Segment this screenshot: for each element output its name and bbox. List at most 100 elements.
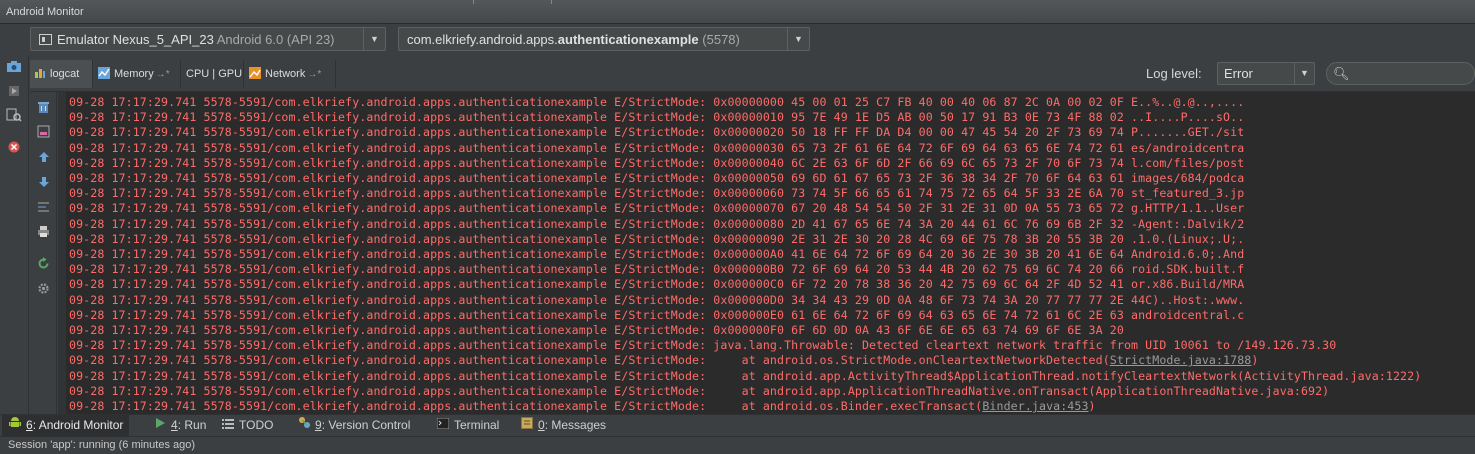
log-line-message: 0x00000010 95 7E 49 1E D5 AB 00 50 17 91… (713, 110, 1245, 125)
settings-gear-icon[interactable] (35, 282, 52, 299)
arrow-up-icon[interactable] (35, 150, 52, 167)
source-link[interactable]: Binder.java:453 (982, 399, 1088, 413)
tab-memory[interactable]: Memory →* (94, 60, 181, 88)
tab-logcat[interactable]: logcat (30, 60, 93, 88)
process-pid: (5578) (702, 32, 740, 47)
log-line-tail: ) (1251, 353, 1259, 368)
restart-icon[interactable] (35, 257, 52, 274)
log-line-prefix: 09-28 17:17:29.741 5578-5591/com.elkrief… (69, 338, 714, 353)
chevron-down-icon[interactable]: ▼ (1294, 63, 1314, 84)
log-level-label: Log level: (1146, 66, 1202, 81)
log-line-prefix: 09-28 17:17:29.741 5578-5591/com.elkrief… (69, 277, 714, 292)
tab-messages[interactable]: 0: Messages (514, 415, 612, 436)
logcat-output[interactable]: 09-28 17:17:29.741 5578-5591/com.elkrief… (58, 92, 1475, 414)
log-line-prefix: 09-28 17:17:29.741 5578-5591/com.elkrief… (69, 125, 714, 140)
android-icon (8, 415, 22, 436)
log-line: 09-28 17:17:29.741 5578-5591/com.elkrief… (69, 186, 1244, 201)
log-level-dropdown[interactable]: Error ▼ (1217, 62, 1315, 85)
scroll-to-end-icon[interactable] (35, 125, 52, 142)
device-selector-bar: Emulator Nexus_5_API_23 Android 6.0 (API… (0, 24, 1475, 56)
tab-cpu-gpu-label: CPU | GPU (186, 68, 243, 80)
log-line-message: 0x00000000 45 00 01 25 C7 FB 40 00 40 06… (713, 95, 1245, 109)
tool-window-title-bar: Android Monitor (0, 0, 1475, 24)
pin-icon[interactable]: →* (156, 69, 170, 80)
arrow-down-icon[interactable] (35, 175, 52, 192)
tab-todo-label: TODO (239, 418, 274, 432)
log-line-message: at android.os.StrictMode.onCleartextNetw… (713, 353, 1110, 368)
terminate-app-icon[interactable] (4, 140, 24, 158)
log-line: 09-28 17:17:29.741 5578-5591/com.elkrief… (69, 353, 1258, 368)
log-line: 09-28 17:17:29.741 5578-5591/com.elkrief… (69, 277, 1244, 292)
todo-list-icon (221, 415, 235, 436)
log-line-prefix: 09-28 17:17:29.741 5578-5591/com.elkrief… (69, 383, 714, 398)
log-line-message: 0x00000020 50 18 FF FF DA D4 00 00 47 45… (713, 125, 1245, 140)
system-info-icon[interactable] (4, 108, 24, 126)
tab-android-monitor[interactable]: 6: Android Monitor (2, 415, 130, 436)
status-text: Session 'app': running (6 minutes ago) (8, 439, 196, 451)
soft-wrap-icon[interactable] (35, 200, 52, 217)
device-version: Android 6.0 (API 23) (216, 32, 335, 47)
tab-terminal[interactable]: Terminal (430, 415, 505, 436)
tab-android-monitor-shortcut: 6 (26, 418, 33, 432)
logcat-search-input[interactable]: 🔍︎ (1326, 62, 1475, 85)
log-line-message: at android.app.ActivityThread$Applicatio… (713, 368, 1422, 383)
log-line-prefix: 09-28 17:17:29.741 5578-5591/com.elkrief… (69, 368, 714, 383)
log-line: 09-28 17:17:29.741 5578-5591/com.elkrief… (69, 201, 1244, 216)
device-name: Emulator Nexus_5_API_23 (57, 32, 214, 47)
log-line: 09-28 17:17:29.741 5578-5591/com.elkrief… (69, 262, 1244, 277)
log-line-prefix: 09-28 17:17:29.741 5578-5591/com.elkrief… (69, 231, 714, 246)
tab-version-control-shortcut: 9 (315, 418, 322, 432)
screen-capture-icon[interactable] (4, 60, 24, 78)
tab-cpu-gpu[interactable]: CPU | GPU (182, 60, 244, 88)
device-icon (39, 34, 52, 45)
log-line-prefix: 09-28 17:17:29.741 5578-5591/com.elkrief… (69, 140, 714, 155)
log-line-message: 0x00000080 2D 41 67 65 6E 74 3A 20 44 61… (713, 216, 1245, 231)
tab-terminal-label: Terminal (454, 418, 500, 432)
messages-icon (520, 415, 534, 436)
tab-messages-shortcut: 0 (538, 418, 545, 432)
log-line: 09-28 17:17:29.741 5578-5591/com.elkrief… (69, 125, 1244, 140)
tab-network[interactable]: Network →* (245, 60, 336, 88)
log-line-message: 0x00000090 2E 31 2E 30 20 28 4C 69 6E 75… (713, 231, 1245, 246)
log-line-prefix: 09-28 17:17:29.741 5578-5591/com.elkrief… (69, 292, 714, 307)
log-line: 09-28 17:17:29.741 5578-5591/com.elkrief… (69, 156, 1244, 171)
source-link[interactable]: StrictMode.java:1788 (1110, 353, 1252, 367)
network-icon (249, 62, 261, 79)
monitor-tabs-bar: logcat Memory →* CPU | GPU Network →* Log … (30, 56, 1475, 92)
screen-record-icon[interactable] (4, 84, 24, 102)
pin-icon[interactable]: →* (307, 69, 321, 80)
run-icon (153, 415, 167, 436)
clear-logcat-icon[interactable] (35, 100, 52, 117)
search-icon: 🔍︎ (1333, 66, 1350, 81)
log-line-prefix: 09-28 17:17:29.741 5578-5591/com.elkrief… (69, 262, 714, 277)
log-line-message: at android.os.Binder.execTransact( (713, 399, 983, 413)
log-line: 09-28 17:17:29.741 5578-5591/com.elkrief… (69, 95, 1244, 110)
tab-run[interactable]: 4: Run (147, 415, 212, 436)
print-icon[interactable] (35, 225, 52, 242)
log-line-message: at android.app.ApplicationThreadNative.o… (713, 383, 1330, 398)
memory-icon (98, 62, 110, 79)
device-dropdown[interactable]: Emulator Nexus_5_API_23 Android 6.0 (API… (30, 27, 386, 51)
log-line-prefix: 09-28 17:17:29.741 5578-5591/com.elkrief… (69, 155, 714, 170)
log-line: 09-28 17:17:29.741 5578-5591/com.elkrief… (69, 369, 1421, 384)
tab-run-label: : Run (177, 418, 207, 432)
log-line-prefix: 09-28 17:17:29.741 5578-5591/com.elkrief… (69, 399, 714, 413)
log-line-prefix: 09-28 17:17:29.741 5578-5591/com.elkrief… (69, 247, 714, 261)
tab-android-monitor-label: : Android Monitor (32, 418, 124, 432)
tab-run-shortcut: 4 (171, 418, 178, 432)
tab-memory-label: Memory (114, 68, 154, 80)
tab-version-control[interactable]: 9: Version Control (291, 415, 416, 436)
log-line-prefix: 09-28 17:17:29.741 5578-5591/com.elkrief… (69, 110, 714, 125)
log-line: 09-28 17:17:29.741 5578-5591/com.elkrief… (69, 323, 1124, 338)
log-line: 09-28 17:17:29.741 5578-5591/com.elkrief… (69, 217, 1244, 232)
title-bar-divider (473, 0, 474, 4)
chevron-down-icon[interactable]: ▼ (363, 28, 385, 50)
log-line-message: 0x000000F0 6F 6D 0D 0A 43 6F 6E 6E 65 63… (713, 323, 1124, 337)
process-name: com.elkriefy.android.apps. (407, 32, 558, 47)
log-line-message: 0x00000030 65 73 2F 61 6E 64 72 6F 69 64… (713, 140, 1245, 155)
version-control-icon (297, 415, 311, 436)
left-toolbar (0, 56, 29, 414)
process-dropdown[interactable]: com.elkriefy.android.apps.authentication… (398, 27, 810, 51)
tab-todo[interactable]: TODO (215, 415, 279, 436)
chevron-down-icon[interactable]: ▼ (787, 28, 809, 50)
